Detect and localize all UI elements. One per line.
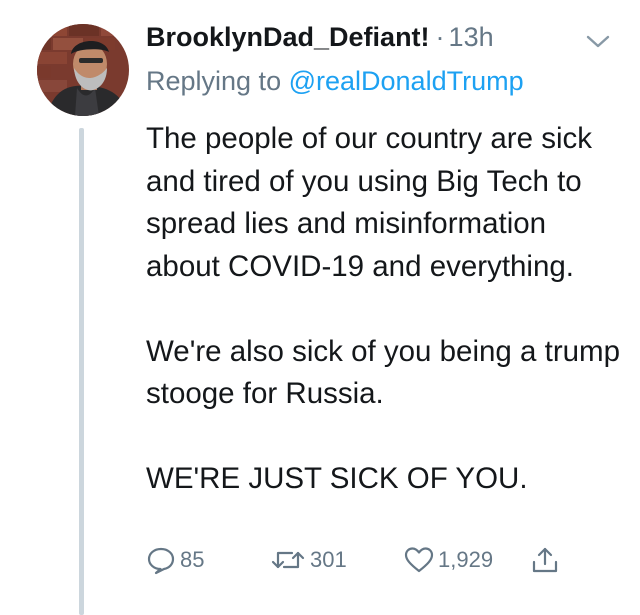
like-button[interactable]: 1,929 xyxy=(404,540,493,580)
tweet[interactable]: BrooklynDad_Defiant! · 13h Replying to @… xyxy=(0,0,640,615)
share-icon xyxy=(532,547,558,573)
retweet-button[interactable]: 301 xyxy=(270,540,347,580)
reply-button[interactable]: 85 xyxy=(146,540,204,580)
tweet-text: The people of our country are sick and t… xyxy=(146,118,626,501)
heart-icon xyxy=(404,547,434,573)
like-count: 1,929 xyxy=(438,547,494,572)
replying-to: Replying to @realDonaldTrump xyxy=(146,66,524,97)
action-bar: 85 301 1,929 xyxy=(146,540,626,580)
replying-prefix: Replying to xyxy=(146,66,289,96)
timestamp[interactable]: 13h xyxy=(449,22,494,53)
thread-line xyxy=(79,128,84,615)
mention-link[interactable]: @realDonaldTrump xyxy=(289,66,524,96)
reply-count: 85 xyxy=(180,547,205,572)
display-name[interactable]: BrooklynDad_Defiant! xyxy=(146,22,430,53)
reply-icon xyxy=(147,547,175,575)
retweet-count: 301 xyxy=(310,547,347,572)
chevron-down-icon[interactable] xyxy=(583,32,613,52)
share-button[interactable] xyxy=(530,540,560,580)
avatar[interactable] xyxy=(37,24,129,116)
tweet-header: BrooklynDad_Defiant! · 13h xyxy=(146,22,494,62)
separator-dot: · xyxy=(435,22,445,52)
tweet-paragraph: WE'RE JUST SICK OF YOU. xyxy=(146,462,528,495)
tweet-paragraph: We're also sick of you being a trump sto… xyxy=(146,334,621,411)
retweet-icon xyxy=(271,551,305,569)
tweet-paragraph: The people of our country are sick and t… xyxy=(146,122,593,283)
